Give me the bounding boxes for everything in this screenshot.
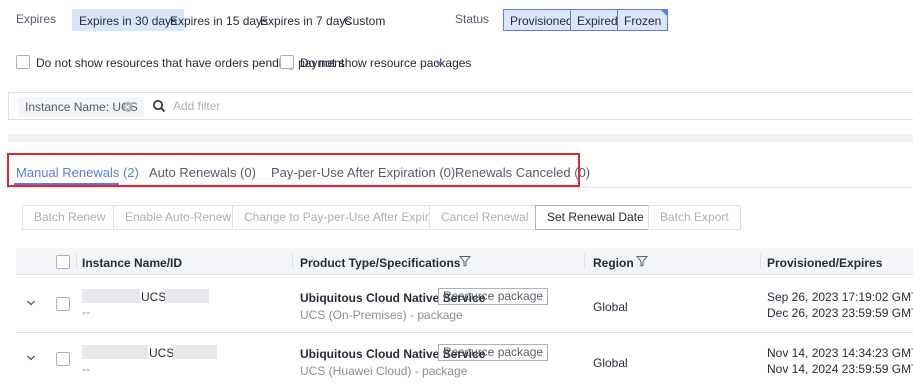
instance-sub: -- (82, 305, 90, 319)
redacted-block (173, 345, 217, 359)
search-filter-box[interactable]: Instance Name: UCS Add filter (8, 92, 913, 120)
instance-id[interactable]: UCS (149, 346, 174, 360)
column-header-region: Region (593, 256, 634, 270)
selected-corner-icon (660, 9, 669, 17)
region-value: Global (593, 300, 628, 314)
checkbox-row: Do not show resources that have orders p… (0, 52, 913, 72)
redacted-block (82, 345, 148, 359)
product-spec: UCS (On-Premises) - package (300, 308, 463, 322)
redacted-block (165, 289, 209, 303)
cancel-renewal-button[interactable]: Cancel Renewal (429, 205, 541, 230)
provisioned-time: Sep 26, 2023 17:19:02 GMT+08:00 (767, 290, 913, 304)
column-separator (292, 253, 293, 269)
column-header-provisioned-expires: Provisioned/Expires (767, 256, 883, 270)
instance-sub: -- (82, 362, 90, 376)
status-provisioned-label: Provisioned (510, 14, 573, 28)
expires-label: Expires (16, 12, 57, 26)
expires-custom-chip[interactable]: Custom (337, 9, 392, 31)
batch-renew-button[interactable]: Batch Renew (22, 205, 118, 230)
filter-row: Expires Expires in 30 days Expires in 15… (0, 0, 913, 40)
expires-time: Nov 14, 2024 23:59:59 GMT+08:00 (767, 362, 913, 376)
chevron-down-icon[interactable] (436, 62, 442, 66)
row-checkbox[interactable] (56, 352, 70, 366)
batch-export-button[interactable]: Batch Export (648, 205, 741, 230)
pending-payment-label: Do not show resources that have orders p… (36, 56, 345, 70)
active-tab-underline (14, 183, 119, 185)
tab-manual-renewals[interactable]: Manual Renewals (2) (16, 165, 139, 180)
filter-icon[interactable] (636, 255, 648, 267)
tabs-divider (8, 187, 913, 188)
status-provisioned-chip[interactable]: Provisioned (503, 9, 580, 31)
tab-auto-renewals[interactable]: Auto Renewals (0) (149, 165, 256, 180)
status-frozen-chip[interactable]: Frozen (617, 9, 669, 31)
redacted-block (82, 289, 140, 303)
tab-pay-per-use-after-expiration[interactable]: Pay-per-Use After Expiration (0) (271, 165, 455, 180)
filter-icon[interactable] (459, 255, 471, 267)
expires-time: Dec 26, 2023 23:59:59 GMT+08:00 (767, 306, 913, 320)
row-checkbox[interactable] (56, 297, 70, 311)
pending-payment-checkbox[interactable] (16, 55, 30, 69)
clear-tag-icon[interactable] (123, 102, 133, 112)
add-filter-input[interactable]: Add filter (173, 99, 220, 113)
search-icon (153, 100, 166, 113)
column-header-product: Product Type/Specifications (300, 256, 461, 270)
region-value: Global (593, 356, 628, 370)
resource-package-badge: Resource package (438, 344, 549, 361)
status-expired-label: Expired (577, 14, 618, 28)
column-separator (584, 253, 585, 269)
column-header-instance: Instance Name/ID (82, 256, 183, 270)
column-separator (76, 253, 77, 269)
column-separator (760, 253, 761, 269)
status-label: Status (455, 12, 490, 26)
status-frozen-label: Frozen (624, 14, 662, 28)
product-spec: UCS (Huawei Cloud) - package (300, 364, 468, 378)
provisioned-time: Nov 14, 2023 14:34:23 GMT+08:00 (767, 346, 913, 360)
instance-id[interactable]: UCS (141, 290, 166, 304)
row-divider (16, 332, 913, 333)
enable-auto-renew-button[interactable]: Enable Auto-Renew (113, 205, 244, 230)
resource-packages-checkbox[interactable] (280, 55, 294, 69)
chevron-down-icon[interactable] (26, 298, 36, 308)
chevron-down-icon[interactable] (26, 353, 36, 363)
resource-package-badge: Resource package (438, 288, 549, 305)
resource-packages-label: Do not show resource packages (300, 56, 472, 70)
tab-renewals-canceled[interactable]: Renewals Canceled (0) (455, 165, 590, 180)
section-divider (8, 134, 913, 142)
select-all-checkbox[interactable] (56, 255, 70, 269)
set-renewal-date-button[interactable]: Set Renewal Date (535, 205, 656, 230)
